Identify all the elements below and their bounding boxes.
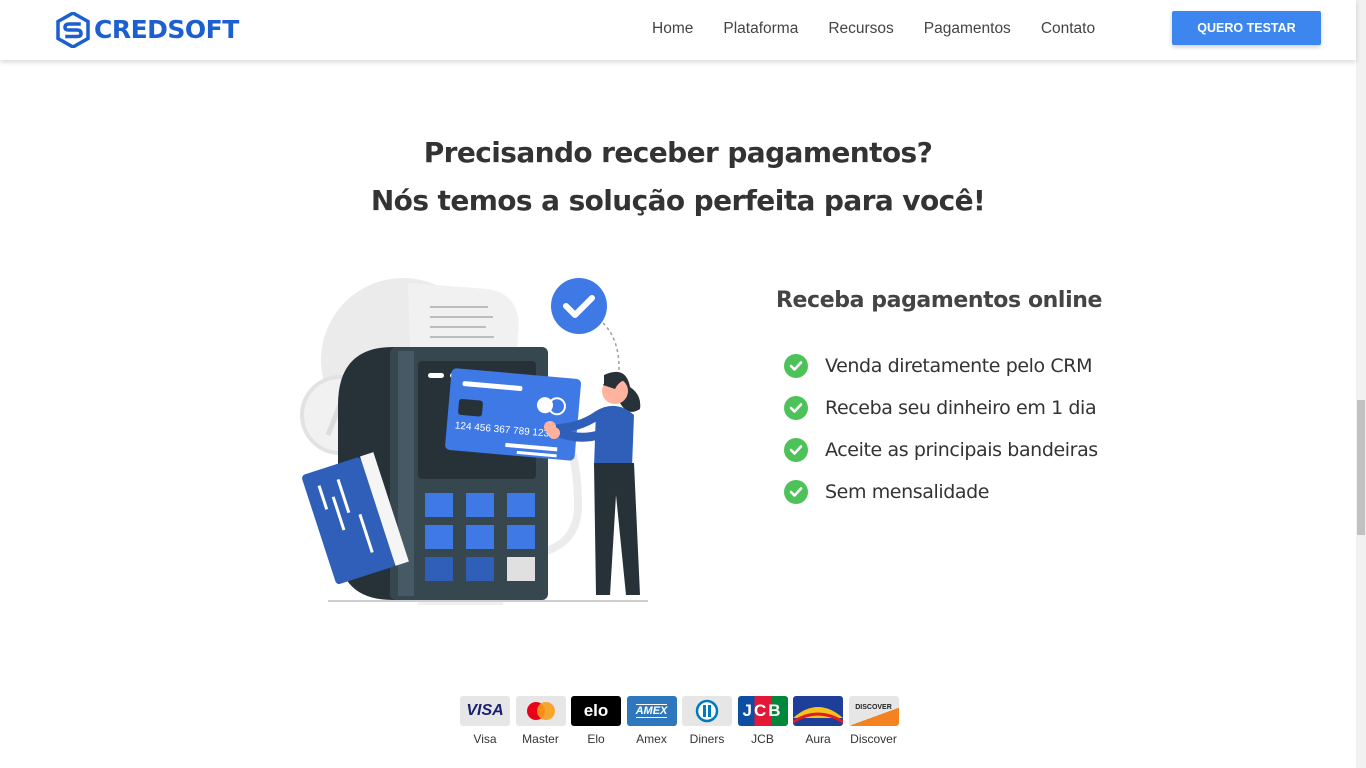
- brand-elo: elo Elo: [570, 696, 622, 746]
- quero-testar-button[interactable]: QUERO TESTAR: [1172, 11, 1321, 45]
- brand-aura: Aura: [792, 696, 844, 746]
- feature-item: Aceite as principais bandeiras: [784, 429, 1098, 471]
- feature-item: Sem mensalidade: [784, 471, 1098, 513]
- mastercard-logo-icon: [515, 696, 566, 726]
- elo-logo-icon: elo: [571, 696, 621, 726]
- feature-item: Receba seu dinheiro em 1 dia: [784, 387, 1098, 429]
- brand-diners: Diners: [681, 696, 733, 746]
- feature-text: Sem mensalidade: [825, 481, 990, 503]
- diners-logo-icon: [682, 696, 732, 726]
- brand-label: Discover: [850, 732, 897, 746]
- scrollbar-thumb[interactable]: [1357, 400, 1365, 535]
- amex-logo-icon: AMEX: [626, 696, 677, 726]
- feature-text: Venda diretamente pelo CRM: [825, 355, 1093, 377]
- brand-master: Master: [515, 696, 567, 746]
- brand-label: Elo: [587, 732, 605, 746]
- features-title: Receba pagamentos online: [776, 288, 1102, 313]
- payment-terminal-illustration: 124 456 367 789 123: [300, 278, 648, 605]
- brand-label: Diners: [689, 732, 725, 746]
- check-icon: [784, 396, 808, 420]
- brand-discover: DISCOVER Discover: [848, 696, 900, 746]
- logo[interactable]: CREDSOFT: [56, 12, 239, 48]
- check-icon: [784, 480, 808, 504]
- nav-plataforma[interactable]: Plataforma: [723, 20, 798, 38]
- brand-label: Master: [522, 732, 559, 746]
- credsoft-logo-icon: [56, 12, 90, 48]
- feature-text: Aceite as principais bandeiras: [825, 439, 1098, 461]
- aura-logo-icon: [793, 696, 843, 726]
- brand-visa: VISA Visa: [459, 696, 511, 746]
- nav-pagamentos[interactable]: Pagamentos: [924, 20, 1011, 38]
- brand-label: JCB: [751, 732, 774, 746]
- jcb-logo-icon: JCB: [737, 696, 788, 726]
- nav-recursos[interactable]: Recursos: [828, 20, 893, 38]
- main-nav: Home Plataforma Recursos Pagamentos Cont…: [652, 0, 1125, 58]
- feature-item: Venda diretamente pelo CRM: [784, 345, 1098, 387]
- nav-contato[interactable]: Contato: [1041, 20, 1095, 38]
- brand-jcb: JCB JCB: [737, 696, 789, 746]
- brand-label: Amex: [636, 732, 667, 746]
- hero-title-line-1: Precisando receber pagamentos?: [423, 136, 933, 169]
- visa-logo-icon: VISA: [460, 696, 510, 726]
- card-brands: VISA Visa Master elo Elo AMEX Amex Diner…: [459, 696, 903, 746]
- site-header: CREDSOFT Home Plataforma Recursos Pagame…: [0, 0, 1356, 60]
- brand-amex: AMEX Amex: [626, 696, 678, 746]
- feature-text: Receba seu dinheiro em 1 dia: [825, 397, 1097, 419]
- features-list: Venda diretamente pelo CRM Receba seu di…: [784, 345, 1098, 513]
- scrollbar-track[interactable]: [1356, 0, 1366, 768]
- nav-home[interactable]: Home: [652, 20, 693, 38]
- hero-title-line-2: Nós temos a solução perfeita para você!: [370, 184, 986, 217]
- check-icon: [784, 438, 808, 462]
- logo-text: CREDSOFT: [94, 15, 239, 44]
- check-icon: [784, 354, 808, 378]
- brand-label: Aura: [805, 732, 831, 746]
- brand-label: Visa: [473, 732, 497, 746]
- discover-logo-icon: DISCOVER: [848, 696, 899, 726]
